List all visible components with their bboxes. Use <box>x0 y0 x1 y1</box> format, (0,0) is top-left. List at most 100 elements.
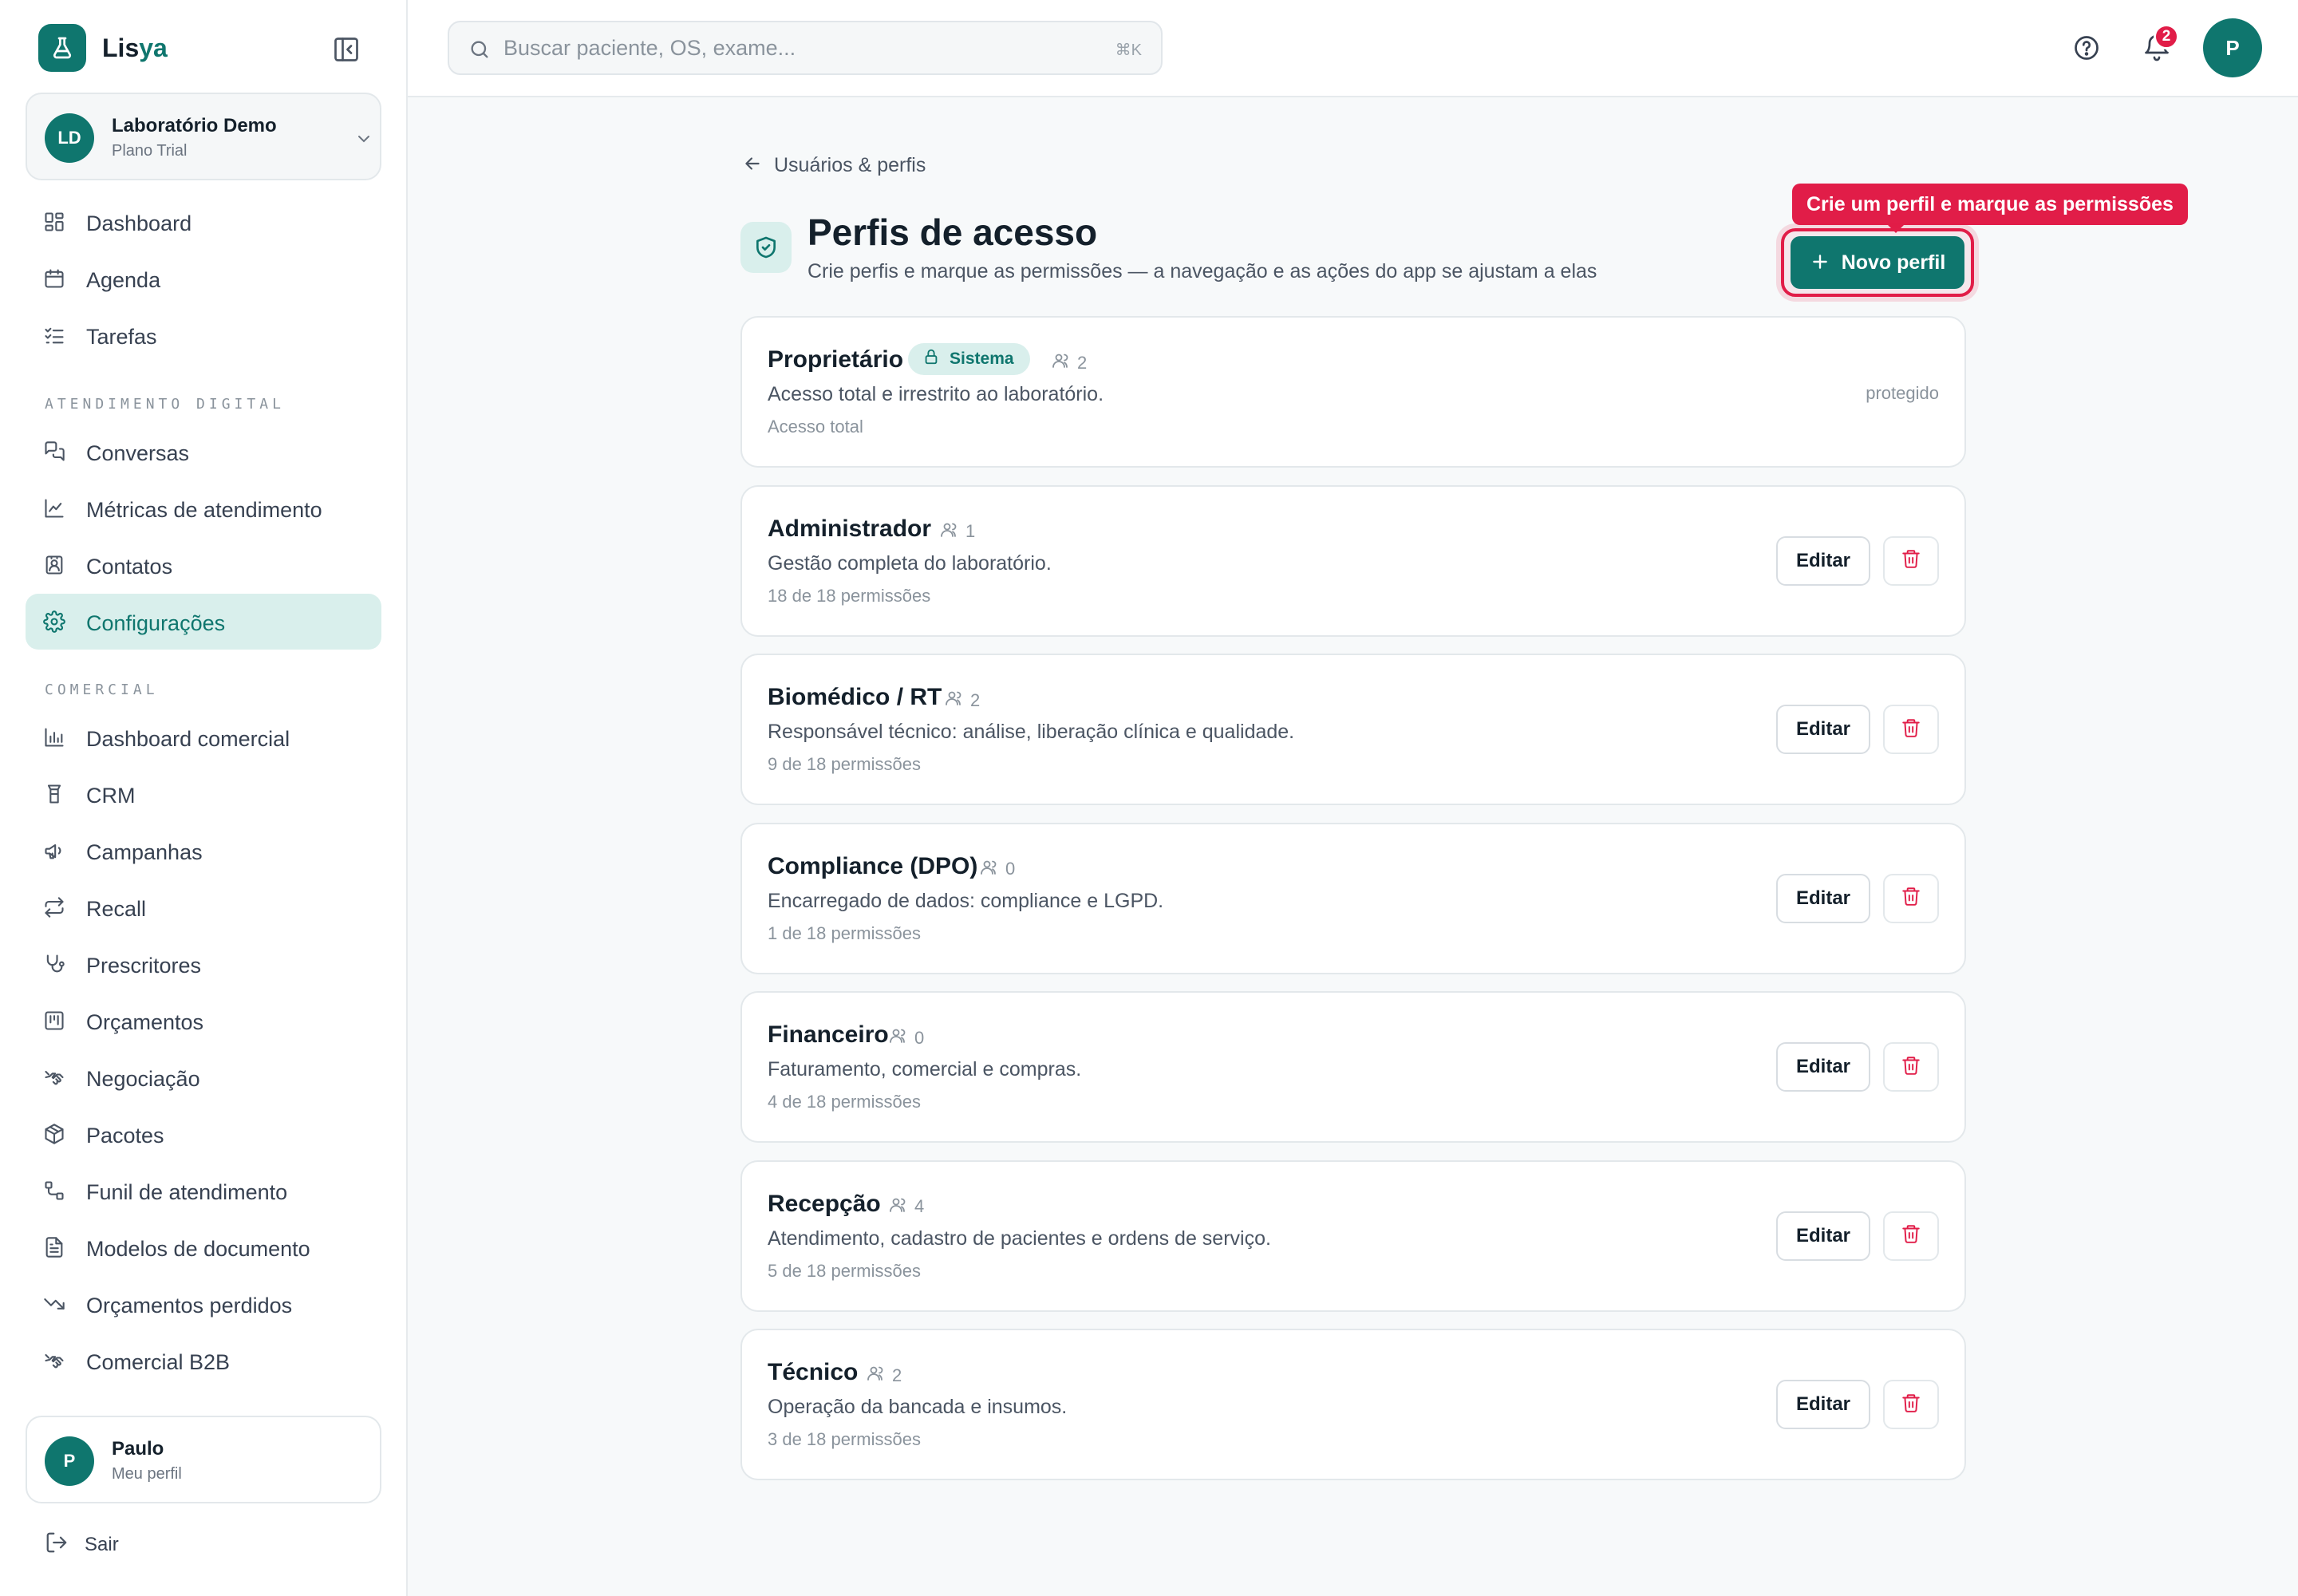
logout-button[interactable]: Sair <box>45 1531 119 1558</box>
sidebar-item-pacotes[interactable]: Pacotes <box>26 1106 381 1162</box>
delete-button[interactable] <box>1883 705 1939 754</box>
sidebar-item-campanhas[interactable]: Campanhas <box>26 823 381 879</box>
sidebar-item-conversas[interactable]: Conversas <box>26 424 381 480</box>
user-count: 4 <box>889 1195 924 1219</box>
delete-button[interactable] <box>1883 1211 1939 1261</box>
bar-chart-icon <box>43 726 65 749</box>
sidebar-item-modelos-de-documento[interactable]: Modelos de documento <box>26 1219 381 1275</box>
lab-switcher[interactable]: LD Laboratório Demo Plano Trial <box>26 93 381 180</box>
sidebar-item-label: Métricas de atendimento <box>86 498 322 522</box>
lab-avatar: LD <box>45 113 94 163</box>
page-title: Perfis de acesso <box>807 211 1098 253</box>
permission-count: Acesso total <box>768 417 863 437</box>
tasks-icon <box>43 324 65 346</box>
flask-logo-icon <box>38 24 86 72</box>
budget-icon <box>43 1009 65 1032</box>
lock-icon <box>922 348 940 370</box>
trend-down-icon <box>43 1293 65 1315</box>
gear-icon <box>43 610 65 633</box>
funnel-icon <box>43 1179 65 1202</box>
collapse-sidebar-icon[interactable] <box>332 35 361 64</box>
sidebar-item-agenda[interactable]: Agenda <box>26 251 381 306</box>
profile-name: Biomédico / RT <box>768 684 942 710</box>
sidebar-item-negociacao[interactable]: Negociação <box>26 1049 381 1105</box>
sidebar-item-label: Modelos de documento <box>86 1237 310 1261</box>
sidebar: Lisya LD Laboratório Demo Plano Trial Da… <box>0 0 408 1596</box>
permission-count: 1 de 18 permissões <box>768 922 921 943</box>
permission-count: 9 de 18 permissões <box>768 754 921 774</box>
edit-button[interactable]: Editar <box>1776 1380 1870 1429</box>
back-link-label: Usuários & perfis <box>774 154 926 176</box>
sidebar-item-configuracoes[interactable]: Configurações <box>26 594 381 650</box>
document-icon <box>43 1236 65 1258</box>
sidebar-item-recall[interactable]: Recall <box>26 879 381 935</box>
back-link[interactable]: Usuários & perfis <box>742 153 926 178</box>
brand[interactable]: Lisya <box>38 24 168 72</box>
edit-button[interactable]: Editar <box>1776 535 1870 586</box>
megaphone-icon <box>43 839 65 862</box>
search-icon <box>468 38 491 61</box>
profile-card: Biomédico / RT 2 Responsável técnico: anál… <box>740 654 1966 805</box>
new-profile-label: Novo perfil <box>1841 251 1946 274</box>
sidebar-item-label: Prescritores <box>86 954 202 978</box>
delete-button[interactable] <box>1883 873 1939 923</box>
edit-button[interactable]: Editar <box>1776 1211 1870 1261</box>
sidebar-item-orcamentos-perdidos[interactable]: Orçamentos perdidos <box>26 1276 381 1332</box>
sidebar-item-label: Tarefas <box>86 325 157 349</box>
user-avatar[interactable]: P <box>2203 18 2262 77</box>
users-icon <box>867 1364 886 1387</box>
profile-card: Financeiro 0 Faturamento, comercial e comp… <box>740 991 1966 1143</box>
edit-button[interactable]: Editar <box>1776 1042 1870 1092</box>
permission-count: 3 de 18 permissões <box>768 1429 921 1449</box>
profile-name: Recepção <box>768 1190 881 1217</box>
sidebar-item-contatos[interactable]: Contatos <box>26 537 381 593</box>
profile-card: Proprietário Sistema 2 Acesso total e irres… <box>740 316 1966 468</box>
trash-icon <box>1901 1223 1921 1248</box>
sidebar-item-funil-de-atendimento[interactable]: Funil de atendimento <box>26 1163 381 1219</box>
edit-button[interactable]: Editar <box>1776 705 1870 754</box>
section-title-atendimento: ATENDIMENTO DIGITAL <box>45 396 285 413</box>
delete-button[interactable] <box>1883 1042 1939 1092</box>
logout-icon <box>45 1531 69 1558</box>
sidebar-item-dashboard-comercial[interactable]: Dashboard comercial <box>26 709 381 765</box>
users-icon <box>940 520 959 543</box>
search-input[interactable] <box>503 32 1062 64</box>
sidebar-item-label: Configurações <box>86 611 226 635</box>
delete-button[interactable] <box>1883 535 1939 586</box>
brand-name: Lisya <box>102 33 168 62</box>
protected-label: protegido <box>1866 383 1939 403</box>
profile-name: Técnico <box>768 1359 859 1385</box>
delete-button[interactable] <box>1883 1380 1939 1429</box>
permission-count: 18 de 18 permissões <box>768 585 931 606</box>
package-icon <box>43 1123 65 1145</box>
crm-icon <box>43 783 65 805</box>
sidebar-item-tarefas[interactable]: Tarefas <box>26 307 381 363</box>
users-icon <box>889 1195 908 1219</box>
profile-description: Responsável técnico: análise, liberação … <box>768 721 1295 743</box>
search-box[interactable]: ⌘K <box>448 21 1163 75</box>
handshake-icon <box>43 1349 65 1372</box>
user-name: Paulo <box>112 1438 164 1460</box>
sidebar-item-comercial-b2b[interactable]: Comercial B2B <box>26 1333 381 1389</box>
sidebar-item-label: Orçamentos <box>86 1010 204 1034</box>
sidebar-item-prescritores[interactable]: Prescritores <box>26 936 381 992</box>
sidebar-item-crm[interactable]: CRM <box>26 766 381 822</box>
profile-description: Gestão completa do laboratório. <box>768 551 1052 575</box>
sidebar-item-label: CRM <box>86 784 136 808</box>
sidebar-item-label: Dashboard comercial <box>86 727 290 751</box>
chart-line-icon <box>43 497 65 519</box>
logout-label: Sair <box>85 1533 119 1555</box>
plus-icon <box>1810 251 1830 275</box>
edit-button[interactable]: Editar <box>1776 873 1870 923</box>
sidebar-item-label: Conversas <box>86 441 190 465</box>
profile-name: Financeiro <box>768 1021 889 1048</box>
trash-icon <box>1901 717 1921 742</box>
stethoscope-icon <box>43 953 65 975</box>
topbar: ⌘K 2 P <box>408 0 2298 97</box>
sidebar-item-metricas-de-atendimento[interactable]: Métricas de atendimento <box>26 480 381 536</box>
new-profile-button[interactable]: Novo perfil <box>1791 236 1964 289</box>
help-icon[interactable] <box>2072 34 2101 62</box>
user-profile-card[interactable]: P Paulo Meu perfil <box>26 1416 381 1503</box>
sidebar-item-orcamentos[interactable]: Orçamentos <box>26 993 381 1049</box>
sidebar-item-dashboard[interactable]: Dashboard <box>26 194 381 250</box>
